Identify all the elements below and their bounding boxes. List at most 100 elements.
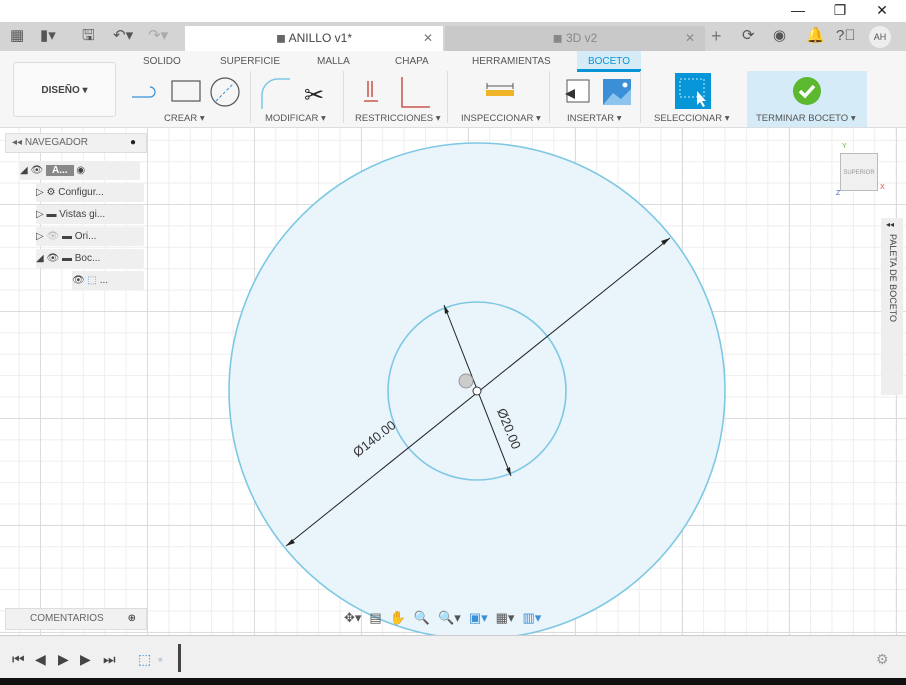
grid-settings-icon[interactable]: ▦▾: [496, 610, 515, 630]
timeline: ⏮ ◀ ▶ ▶ ⏭ ⬚ ▪ ⚙: [0, 635, 906, 678]
pan-hand-icon[interactable]: ✋: [390, 610, 406, 630]
component-icon: ◼: [275, 31, 286, 45]
close-tab-icon[interactable]: ✕: [423, 26, 433, 51]
redo-icon[interactable]: ↷▾: [148, 26, 168, 46]
tab-boceto[interactable]: BOCETO: [577, 51, 641, 72]
inspect-menu[interactable]: INSPECCIONAR ▾: [461, 113, 541, 124]
item-label: Vistas gi...: [59, 209, 106, 220]
step-forward-icon[interactable]: ▶: [80, 651, 91, 668]
go-to-start-icon[interactable]: ⏮: [12, 651, 25, 668]
tab-label: 3D v2: [565, 31, 598, 45]
tab-chapa[interactable]: CHAPA: [395, 56, 429, 67]
close-window-button[interactable]: ✕: [862, 0, 902, 22]
design-canvas[interactable]: Ø140.00 Ø20.00 ◂◂ NAVEGADOR ● ◢ 👁 A... ◉…: [0, 128, 906, 635]
new-tab-icon[interactable]: +: [711, 26, 722, 46]
tab-herramientas[interactable]: HERRAMIENTAS: [472, 56, 551, 67]
fillet-icon[interactable]: [261, 78, 290, 109]
eye-icon[interactable]: 👁: [46, 253, 59, 264]
expand-icon[interactable]: ▷: [36, 231, 44, 242]
orbit-icon[interactable]: ✥▾: [344, 610, 361, 630]
sketch-icon: ⬚: [87, 275, 97, 286]
go-to-end-icon[interactable]: ⏭: [103, 651, 116, 668]
divider: [447, 71, 448, 123]
browser-item-root[interactable]: ◢ 👁 A... ◉: [20, 161, 140, 180]
timeline-sketch-feature-icon[interactable]: ⬚: [138, 651, 151, 668]
eye-hidden-icon[interactable]: 👁: [46, 231, 59, 242]
eye-icon[interactable]: 👁: [72, 275, 85, 286]
app-grid-icon[interactable]: ▦: [10, 26, 24, 46]
undo-icon[interactable]: ↶▾: [113, 26, 133, 46]
viewcube-y-axis: Y: [842, 143, 847, 150]
gear-icon: ⚙: [46, 187, 56, 198]
help-icon[interactable]: ?⃝: [836, 26, 856, 46]
add-comment-icon[interactable]: ⊕: [128, 609, 136, 629]
expand-icon[interactable]: ▷: [36, 187, 44, 198]
sketch-palette-label: PALETA DE BOCETO: [888, 234, 898, 323]
timeline-marker[interactable]: [178, 644, 181, 672]
measure-icon[interactable]: [486, 82, 514, 98]
center-point[interactable]: [472, 386, 482, 396]
save-icon[interactable]: 🖫: [82, 26, 95, 46]
navigation-bar: ✥▾ ▤ ✋ 🔍 🔍▾ ▣▾ ▦▾ ▥▾: [344, 610, 541, 630]
insert-image-icon[interactable]: [603, 79, 631, 105]
fit-icon[interactable]: 🔍▾: [438, 610, 461, 630]
create-menu[interactable]: CREAR ▾: [164, 113, 205, 124]
insert-menu[interactable]: INSERTAR ▾: [567, 113, 622, 124]
tab-superficie[interactable]: SUPERFICIE: [220, 56, 280, 67]
minimize-button[interactable]: —: [778, 0, 818, 22]
perpendicular-constraint-icon[interactable]: [401, 77, 430, 108]
line-icon[interactable]: [132, 86, 156, 98]
folder-icon: ▬: [46, 209, 57, 220]
modify-menu[interactable]: MODIFICAR ▾: [265, 113, 326, 124]
select-icon[interactable]: [675, 73, 711, 109]
collapse-icon[interactable]: ◂◂: [12, 137, 22, 148]
browser-pin-icon[interactable]: ●: [130, 134, 136, 152]
constraints-menu[interactable]: RESTRICCIONES ▾: [355, 113, 441, 124]
extensions-icon[interactable]: ⟳: [742, 26, 755, 46]
notifications-icon[interactable]: 🔔: [806, 26, 825, 46]
viewcube[interactable]: SUPERIOR: [840, 153, 878, 191]
browser-item-named-views[interactable]: ▷ ▬ Vistas gi...: [36, 205, 144, 224]
browser-item-settings[interactable]: ▷ ⚙ Configur...: [36, 183, 144, 202]
zoom-icon[interactable]: 🔍: [414, 610, 430, 630]
comments-panel[interactable]: COMENTARIOS ⊕: [5, 608, 147, 630]
restore-button[interactable]: ❐: [820, 0, 860, 22]
expand-palette-icon[interactable]: ◂◂: [886, 220, 894, 229]
folder-icon: ▬: [61, 253, 72, 264]
fix-constraint-icon[interactable]: [364, 81, 378, 102]
sketch-palette-tab[interactable]: ◂◂ PALETA DE BOCETO: [881, 218, 903, 395]
tab-solido[interactable]: SOLIDO: [143, 56, 181, 67]
tab-malla[interactable]: MALLA: [317, 56, 350, 67]
select-menu[interactable]: SELECCIONAR ▾: [654, 113, 730, 124]
play-icon[interactable]: ▶: [58, 651, 69, 668]
workspace-switcher[interactable]: DISEÑO ▾: [13, 62, 116, 117]
finish-sketch-button[interactable]: TERMINAR BOCETO ▾: [747, 71, 867, 127]
step-back-icon[interactable]: ◀: [35, 651, 46, 668]
trim-scissors-icon[interactable]: ✂: [304, 82, 324, 109]
collapse-triangle-icon[interactable]: ◢: [20, 165, 28, 176]
close-tab-icon[interactable]: ✕: [685, 26, 695, 51]
browser-panel-header[interactable]: ◂◂ NAVEGADOR ●: [5, 133, 147, 153]
circle-icon[interactable]: [210, 77, 240, 107]
create-tools: [132, 77, 240, 107]
display-settings-icon[interactable]: ▣▾: [469, 610, 488, 630]
tab-anillo[interactable]: ◼ ANILLO v1* ✕: [185, 26, 443, 51]
user-avatar[interactable]: AH: [869, 26, 891, 48]
timeline-settings-gear-icon[interactable]: ⚙: [876, 651, 889, 668]
rectangle-icon[interactable]: [171, 80, 201, 102]
look-at-icon[interactable]: ▤: [369, 610, 381, 630]
activate-radio-icon[interactable]: ◉: [76, 165, 85, 176]
expand-icon[interactable]: ▷: [36, 209, 44, 220]
timeline-feature-icon[interactable]: ▪: [158, 651, 163, 667]
job-status-icon[interactable]: ◉: [773, 26, 786, 46]
tab-3d[interactable]: ◼ 3D v2 ✕: [445, 26, 705, 51]
file-menu-icon[interactable]: ▮▾: [40, 26, 56, 46]
viewports-icon[interactable]: ▥▾: [522, 610, 541, 630]
eye-icon[interactable]: 👁: [30, 165, 43, 176]
browser-item-origin[interactable]: ▷ 👁 ▬ Ori...: [36, 227, 144, 246]
component-name: A...: [45, 165, 74, 176]
browser-item-sketches[interactable]: ◢ 👁 ▬ Boc...: [36, 249, 144, 268]
insert-derive-icon[interactable]: [565, 79, 590, 103]
collapse-triangle-icon[interactable]: ◢: [36, 253, 44, 264]
browser-item-sketch1[interactable]: 👁 ⬚ ...: [72, 271, 144, 290]
